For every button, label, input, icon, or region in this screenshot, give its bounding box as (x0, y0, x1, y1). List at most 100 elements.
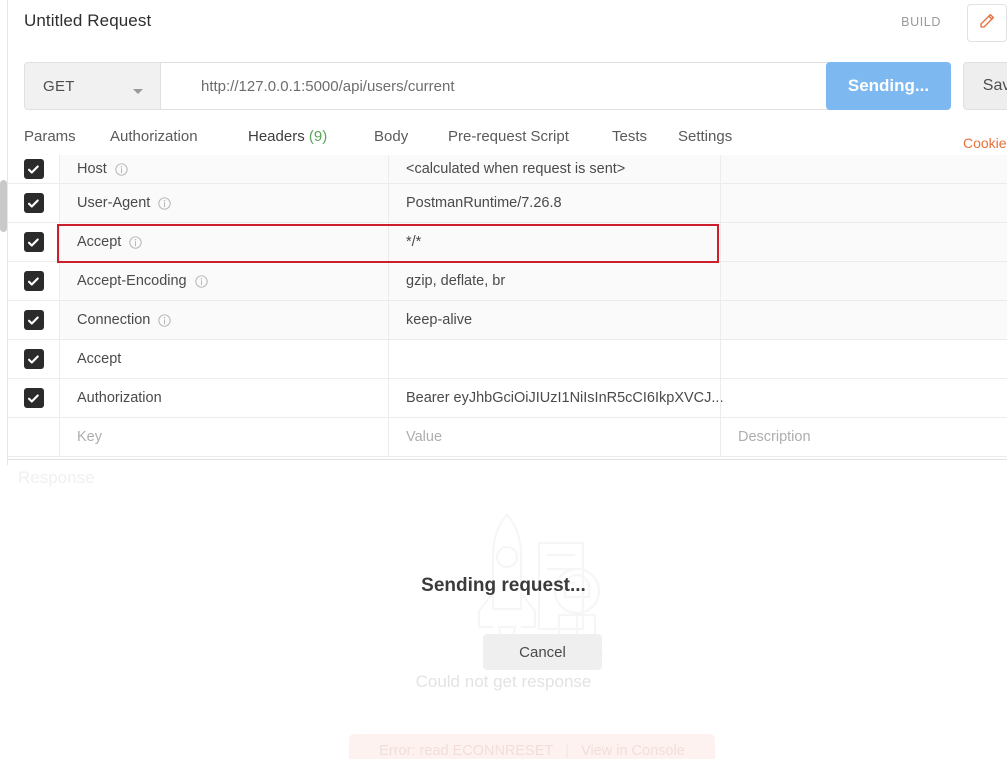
pencil-icon (978, 12, 996, 35)
error-toast: Error: read ECONNRESET | View in Console (349, 734, 715, 759)
tab-label: Tests (612, 128, 648, 145)
header-value-cell[interactable]: gzip, deflate, br (388, 262, 720, 300)
tab-label: Params (24, 128, 76, 145)
info-icon[interactable] (115, 162, 128, 176)
checkbox-checked-icon (23, 310, 44, 330)
header-description-cell[interactable] (720, 379, 1007, 417)
header-key-cell[interactable]: Connection (59, 301, 388, 339)
header-key-text: Connection (77, 312, 151, 328)
http-method-label: GET (43, 77, 75, 95)
info-icon[interactable] (158, 313, 172, 327)
header-value-cell[interactable]: <calculated when request is sent> (388, 155, 720, 183)
header-key-text: Host (77, 161, 107, 177)
header-key-text: User-Agent (77, 195, 151, 211)
table-row[interactable]: Accept-Encoding gzip, deflate, br (8, 262, 1007, 301)
error-toast-separator: | (565, 743, 570, 759)
header-key-text: Accept-Encoding (77, 273, 187, 289)
no-response-placeholder: Could not get response (415, 672, 592, 691)
header-enabled-checkbox[interactable] (8, 340, 59, 378)
response-status-text: Sending request... (421, 575, 586, 596)
checkbox-checked-icon (23, 388, 44, 408)
send-button[interactable]: Sending... (826, 62, 951, 110)
table-row[interactable]: User-Agent PostmanRuntime/7.26.8 (8, 184, 1007, 223)
table-row[interactable]: Authorization Bearer eyJhbGciOiJIUzI1NiIs… (8, 379, 1007, 418)
header-value-text: Bearer eyJhbGciOiJIUzI1NiIsInR5cCI6IkpXV… (406, 390, 724, 406)
info-icon[interactable] (129, 235, 143, 249)
save-button[interactable]: Save (963, 62, 1007, 110)
header-key-cell[interactable]: Accept-Encoding (59, 262, 388, 300)
header-key-cell[interactable]: Host (59, 155, 388, 183)
new-header-value-input[interactable]: Value (388, 418, 720, 456)
header-description-cell[interactable] (720, 301, 1007, 339)
header-value-text: keep-alive (406, 312, 473, 328)
request-title-bar: Untitled Request BUILD (0, 0, 1007, 46)
chevron-down-icon (132, 83, 144, 101)
tab-label: Body (374, 128, 409, 145)
table-row[interactable]: Accept */* (8, 223, 1007, 262)
checkbox-checked-icon (23, 159, 44, 179)
header-enabled-checkbox[interactable] (8, 262, 59, 300)
new-row-checkbox[interactable] (8, 418, 59, 456)
header-enabled-checkbox[interactable] (8, 223, 59, 261)
checkbox-checked-icon (23, 349, 44, 369)
header-description-cell[interactable] (720, 223, 1007, 261)
http-method-select[interactable]: GET (24, 62, 160, 110)
header-description-cell[interactable] (720, 155, 1007, 183)
postman-request-window: Untitled Request BUILD GET http://127.0.… (0, 0, 1007, 759)
header-description-cell[interactable] (720, 340, 1007, 378)
new-header-key-input[interactable]: Key (59, 418, 388, 456)
header-enabled-checkbox[interactable] (8, 155, 59, 183)
checkbox-checked-icon (23, 271, 44, 291)
header-key-text: Authorization (77, 390, 162, 406)
header-value-cell[interactable]: */* (388, 223, 720, 261)
url-input-value: http://127.0.0.1:5000/api/users/current (201, 77, 455, 95)
header-enabled-checkbox[interactable] (8, 379, 59, 417)
tab-label: Settings (678, 128, 733, 145)
tab-label: Authorization (110, 128, 198, 145)
headers-table: Host <calculated when request is sent> Use… (8, 155, 1007, 457)
page-title: Untitled Request (24, 11, 152, 30)
header-key-text: Accept (77, 234, 122, 250)
tab-label: Headers (248, 128, 305, 145)
vertical-scrollbar-thumb[interactable] (0, 180, 7, 232)
url-input[interactable]: http://127.0.0.1:5000/api/users/current (160, 62, 842, 110)
header-key-cell[interactable]: Accept (59, 223, 388, 261)
header-value-text: <calculated when request is sent> (406, 161, 626, 177)
info-icon[interactable] (194, 274, 208, 288)
header-value-cell[interactable] (388, 340, 720, 378)
header-enabled-checkbox[interactable] (8, 301, 59, 339)
header-description-cell[interactable] (720, 262, 1007, 300)
table-row-new-entry[interactable]: Key Value Description (8, 418, 1007, 457)
checkbox-checked-icon (23, 193, 44, 213)
header-value-cell[interactable]: Bearer eyJhbGciOiJIUzI1NiIsInR5cCI6IkpXV… (388, 379, 724, 417)
error-toast-message: Error: read ECONNRESET (379, 743, 554, 759)
table-row[interactable]: Accept (8, 340, 1007, 379)
header-value-text: gzip, deflate, br (406, 273, 506, 289)
header-key-text: Accept (77, 351, 122, 367)
header-key-cell[interactable]: Authorization (59, 379, 388, 417)
header-value-cell[interactable]: keep-alive (388, 301, 720, 339)
checkbox-checked-icon (23, 232, 44, 252)
header-value-text: */* (406, 234, 422, 250)
tab-label: Pre-request Script (448, 128, 569, 145)
tab-count-badge: (9) (308, 128, 328, 145)
value-column-placeholder: Value (406, 429, 443, 445)
edit-request-button[interactable] (967, 4, 1007, 42)
header-value-text: PostmanRuntime/7.26.8 (406, 195, 562, 211)
table-row[interactable]: Connection keep-alive (8, 301, 1007, 340)
header-value-cell[interactable]: PostmanRuntime/7.26.8 (388, 184, 720, 222)
info-icon[interactable] (158, 196, 172, 210)
header-description-cell[interactable] (720, 184, 1007, 222)
header-enabled-checkbox[interactable] (8, 184, 59, 222)
table-row[interactable]: Host <calculated when request is sent> (8, 155, 1007, 184)
cancel-button[interactable]: Cancel (483, 634, 602, 670)
response-divider (8, 459, 1007, 460)
header-key-cell[interactable]: User-Agent (59, 184, 388, 222)
sidebar-edge (0, 0, 8, 465)
header-key-cell[interactable]: Accept (59, 340, 388, 378)
new-header-description-input[interactable]: Description (720, 418, 1007, 456)
response-pane-label: Response (18, 468, 95, 487)
view-in-console-link[interactable]: View in Console (581, 743, 685, 759)
key-column-placeholder: Key (77, 429, 102, 445)
description-column-placeholder: Description (738, 429, 811, 445)
